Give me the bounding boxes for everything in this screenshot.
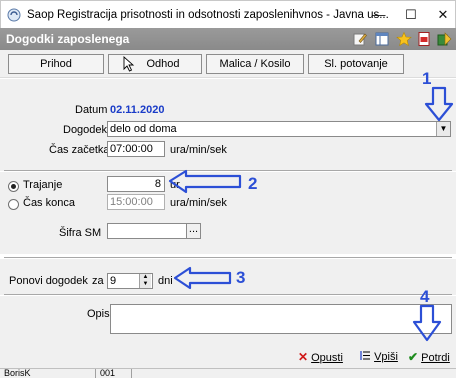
minimize-button[interactable]: —: [365, 4, 393, 26]
potrdi-button[interactable]: ✔ Potrdi: [408, 350, 450, 364]
datum-label: Datum: [75, 104, 108, 116]
vpisi-label: Vpiši: [374, 351, 398, 363]
action-toolbar: Prihod Odhod Malica / Kosilo Sl. potovan…: [0, 50, 456, 78]
sifra-sm-label: Šifra SM: [59, 227, 102, 239]
cas-zacetka-input[interactable]: 07:00:00: [107, 141, 165, 157]
maximize-button[interactable]: ☐: [397, 4, 425, 26]
trajanje-label: Trajanje: [23, 179, 63, 191]
list-icon: [360, 351, 370, 360]
window-titlebar: Saop Registracija prisotnosti in odsotno…: [0, 0, 456, 28]
duration-section: Trajanje 8 ur Čas konca 15:00:00 ura/min…: [0, 172, 456, 254]
ponovi-za-label: za: [92, 275, 104, 287]
layout-icon[interactable]: [374, 31, 390, 47]
spinner-arrows-icon[interactable]: ▲ ▼: [139, 274, 151, 288]
opis-label: Opis: [87, 308, 110, 320]
window-title: Saop Registracija prisotnosti in odsotno…: [27, 9, 389, 21]
annotation-number-3: 3: [236, 268, 246, 287]
repeat-section: Ponovi dogodek za 9 ▲ ▼ dni: [0, 259, 456, 295]
checkmark-icon: ✔: [408, 350, 419, 364]
description-section: Opis: [0, 296, 456, 342]
trajanje-input[interactable]: 8: [107, 176, 165, 192]
exit-icon[interactable]: [436, 31, 452, 47]
vpisi-button[interactable]: Vpiši: [360, 350, 398, 364]
dogodek-value: delo od doma: [110, 123, 177, 135]
prihod-button[interactable]: Prihod: [8, 54, 104, 74]
sifra-sm-browse-button[interactable]: ...: [186, 223, 201, 239]
malica-button[interactable]: Malica / Kosilo: [206, 54, 304, 74]
trajanje-unit: ur: [170, 179, 180, 191]
opis-textarea[interactable]: [110, 304, 452, 334]
edit-icon[interactable]: [352, 31, 368, 47]
form-title: Dogodki zaposlenega: [6, 32, 130, 46]
event-section: Datum 02.11.2020 Dogodek delo od doma ▼ …: [0, 79, 456, 171]
dogodek-label: Dogodek: [63, 124, 108, 136]
trajanje-radio[interactable]: [8, 181, 19, 192]
mouse-cursor-icon: [123, 56, 135, 72]
close-button[interactable]: ✕: [429, 4, 456, 26]
potrdi-label: Potrdi: [421, 352, 450, 364]
pdf-icon[interactable]: [416, 31, 432, 47]
opusti-button[interactable]: ✕ Opusti: [298, 350, 343, 364]
opusti-label: Opusti: [311, 352, 343, 364]
ponovi-value: 9: [110, 275, 117, 287]
ponovi-label: Ponovi dogodek: [9, 275, 88, 287]
chevron-down-icon[interactable]: ▼: [436, 122, 450, 136]
cas-zacetka-label: Čas začetka: [49, 144, 110, 156]
cas-konca-radio[interactable]: [8, 199, 19, 210]
cas-konca-unit: ura/min/sek: [170, 197, 227, 209]
cas-konca-input[interactable]: 15:00:00: [107, 194, 165, 210]
app-icon: [7, 8, 21, 22]
odhod-button[interactable]: Odhod: [108, 54, 202, 74]
cas-konca-label: Čas konca: [23, 197, 75, 209]
odhod-label: Odhod: [146, 58, 180, 70]
status-bar: BorisK 001: [0, 368, 456, 378]
status-user: BorisK: [0, 369, 96, 378]
cancel-x-icon: ✕: [298, 350, 309, 364]
cas-zacetka-unit: ura/min/sek: [170, 144, 227, 156]
ponovi-unit: dni: [158, 275, 173, 287]
star-icon[interactable]: [396, 31, 412, 47]
annotation-number-1: 1: [422, 69, 432, 88]
dogodek-select[interactable]: delo od doma ▼: [107, 121, 451, 137]
sluzbeno-potovanje-button[interactable]: Sl. potovanje: [308, 54, 404, 74]
datum-value: 02.11.2020: [110, 104, 165, 116]
annotation-number-4: 4: [420, 287, 430, 306]
form-header: Dogodki zaposlenega: [0, 28, 456, 50]
annotation-number-2: 2: [248, 174, 258, 193]
status-code: 001: [96, 369, 132, 378]
